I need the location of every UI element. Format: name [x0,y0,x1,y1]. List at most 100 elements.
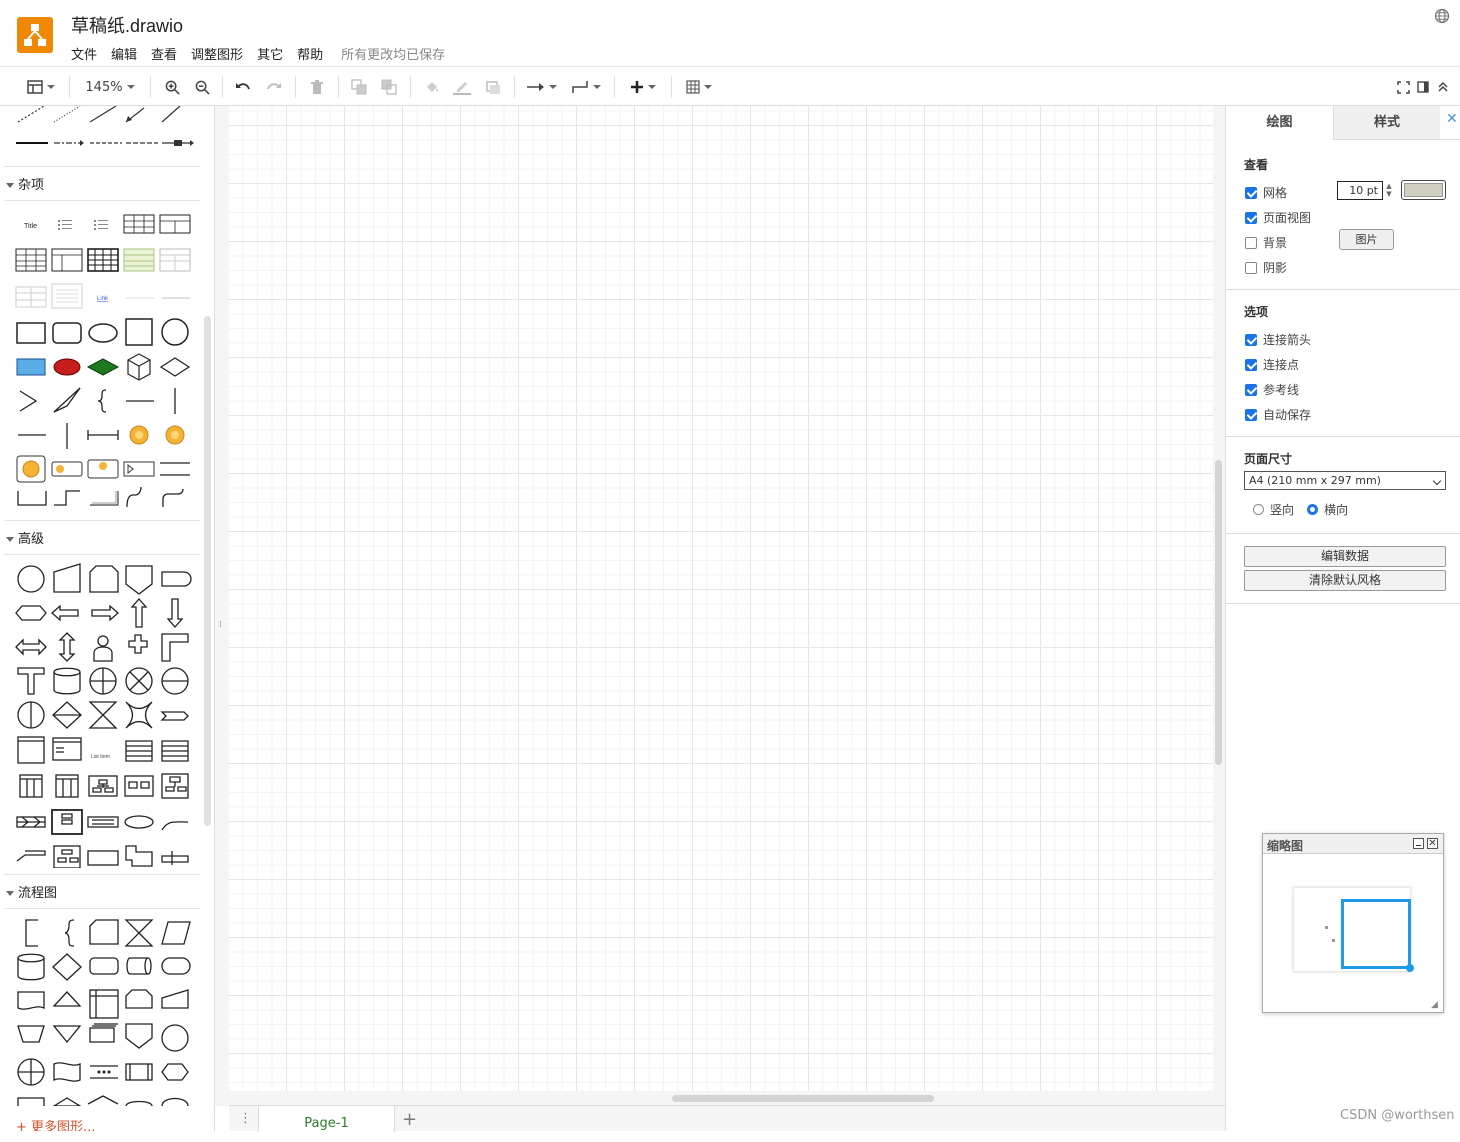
orientation-landscape[interactable]: 横向 [1307,501,1348,518]
view-section-title: 查看 [1244,158,1269,172]
to-back-icon [381,79,397,95]
background-image-button[interactable]: 图片 [1339,229,1394,250]
outline-dot [1332,939,1335,942]
clear-default-style-button[interactable]: 清除默认风格 [1244,570,1446,591]
watermark: CSDN @worthsen [1340,1108,1455,1123]
collapse-button[interactable] [1435,76,1451,98]
delete-button[interactable] [307,76,327,98]
connection-arrows-option[interactable]: 连接箭头 [1245,331,1311,348]
sidebar-resize-handle[interactable]: ⁞ [219,620,222,630]
fullscreen-button[interactable] [1395,76,1411,98]
waypoints-dropdown[interactable] [568,76,604,98]
orientation-portrait[interactable]: 竖向 [1253,501,1294,518]
zoom-out-button[interactable] [192,76,212,98]
menu-arrange[interactable]: 调整图形 [191,44,243,63]
section-misc[interactable]: 杂项 [6,174,44,193]
outline-viewport[interactable] [1341,899,1411,969]
save-status[interactable]: 所有更改均已保存 [341,44,445,63]
pages-menu-icon[interactable]: ⋮ [239,1111,252,1126]
fill-color-button[interactable] [422,76,442,98]
zoom-dropdown[interactable]: 145% [82,76,138,98]
insert-dropdown[interactable] [626,76,660,98]
format-panel-toggle[interactable] [1415,76,1431,98]
menu-view[interactable]: 查看 [151,44,177,63]
menu-help[interactable]: 帮助 [297,44,323,63]
page-tab-bar: ⋮ Page-1 + [229,1105,1225,1132]
sidebar-scrollbar[interactable] [204,316,211,826]
guides-option[interactable]: 参考线 [1245,381,1299,398]
line-color-button[interactable] [452,76,472,98]
options-section-title: 选项 [1244,305,1269,319]
document-title[interactable]: 草稿纸.drawio [71,12,183,38]
edit-data-button[interactable]: 编辑数据 [1244,546,1446,567]
section-advanced[interactable]: 高级 [6,528,44,547]
guides-checkbox[interactable] [1245,383,1257,396]
tab-style[interactable]: 样式 [1333,106,1440,140]
outline-window[interactable]: 缩略图 ✕ ◢ [1262,833,1444,1013]
language-globe-icon[interactable] [1434,8,1450,24]
menu-file[interactable]: 文件 [71,44,97,63]
shadow-icon [486,81,500,94]
toggle-panels-button[interactable] [24,76,58,98]
format-panel-tabs: 绘图 样式 ✕ [1226,106,1460,140]
undo-icon [236,83,250,90]
menu-edit[interactable]: 编辑 [111,44,137,63]
table-dropdown[interactable] [682,76,716,98]
connection-points-option[interactable]: 连接点 [1245,356,1299,373]
outline-resize-handle[interactable] [1406,964,1414,972]
diagram-canvas[interactable] [229,106,1213,1091]
section-flowchart[interactable]: 流程图 [6,882,57,901]
grid-checkbox[interactable] [1245,186,1257,199]
tab-diagram[interactable]: 绘图 [1226,106,1333,140]
connection-style-dropdown[interactable] [525,76,559,98]
landscape-radio[interactable] [1307,504,1318,515]
portrait-radio[interactable] [1253,504,1264,515]
misc-link-label: Link [97,296,109,302]
drawio-logo[interactable] [17,17,53,53]
plus-icon [631,81,643,93]
list-item-label: List Item [91,754,110,760]
minimize-icon[interactable] [1413,838,1424,849]
shadow-checkbox[interactable] [1245,261,1257,274]
autosave-option[interactable]: 自动保存 [1245,406,1311,423]
misc-shapes-grid[interactable]: Title Link [14,210,194,510]
page-view-option[interactable]: 页面视图 [1245,209,1311,226]
chevron-double-up-icon [1438,81,1448,92]
connection-arrows-checkbox[interactable] [1245,333,1257,346]
to-front-button[interactable] [349,76,369,98]
zoom-in-button[interactable] [162,76,182,98]
menu-extras[interactable]: 其它 [257,44,283,63]
menu-bar: 文件 编辑 查看 调整图形 其它 帮助 所有更改均已保存 [71,44,445,63]
undo-button[interactable] [233,76,253,98]
flowchart-shapes-grid[interactable] [14,916,194,1106]
connection-points-checkbox[interactable] [1245,358,1257,371]
autosave-checkbox[interactable] [1245,408,1257,421]
to-back-button[interactable] [379,76,399,98]
outline-dot [1325,926,1328,929]
shadow-button[interactable] [483,76,503,98]
shadow-option[interactable]: 阴影 [1245,259,1287,276]
redo-button[interactable] [264,76,284,98]
grid-color-button[interactable] [1401,180,1446,200]
page-tab-page-1[interactable]: Page-1 [258,1106,395,1132]
elbow-connector-icon [572,81,588,93]
grid-size-stepper[interactable]: ▲ ▼ [1384,182,1394,200]
background-checkbox[interactable] [1245,236,1257,249]
trash-icon [311,79,323,94]
close-panel-icon[interactable]: ✕ [1446,111,1458,127]
grid-option[interactable]: 网格 [1245,184,1287,201]
add-page-button[interactable]: + [402,1109,417,1130]
canvas-horizontal-scrollbar[interactable] [672,1095,934,1102]
more-shapes-button[interactable]: + 更多图形... [16,1116,95,1131]
background-option[interactable]: 背景 [1245,234,1287,251]
connector-shapes-row[interactable] [14,106,200,154]
grid-size-input[interactable]: 10 pt [1337,181,1383,200]
page-view-checkbox[interactable] [1245,211,1257,224]
advanced-shapes-grid[interactable]: List Item [14,562,194,868]
panel-right-icon [1417,81,1429,93]
close-icon[interactable]: ✕ [1427,838,1438,849]
canvas-vertical-scrollbar[interactable] [1215,460,1222,765]
outline-title: 缩略图 [1267,839,1304,853]
window-resize-grip-icon[interactable]: ◢ [1431,1000,1441,1010]
page-size-select[interactable]: A4 (210 mm x 297 mm) [1244,471,1446,490]
